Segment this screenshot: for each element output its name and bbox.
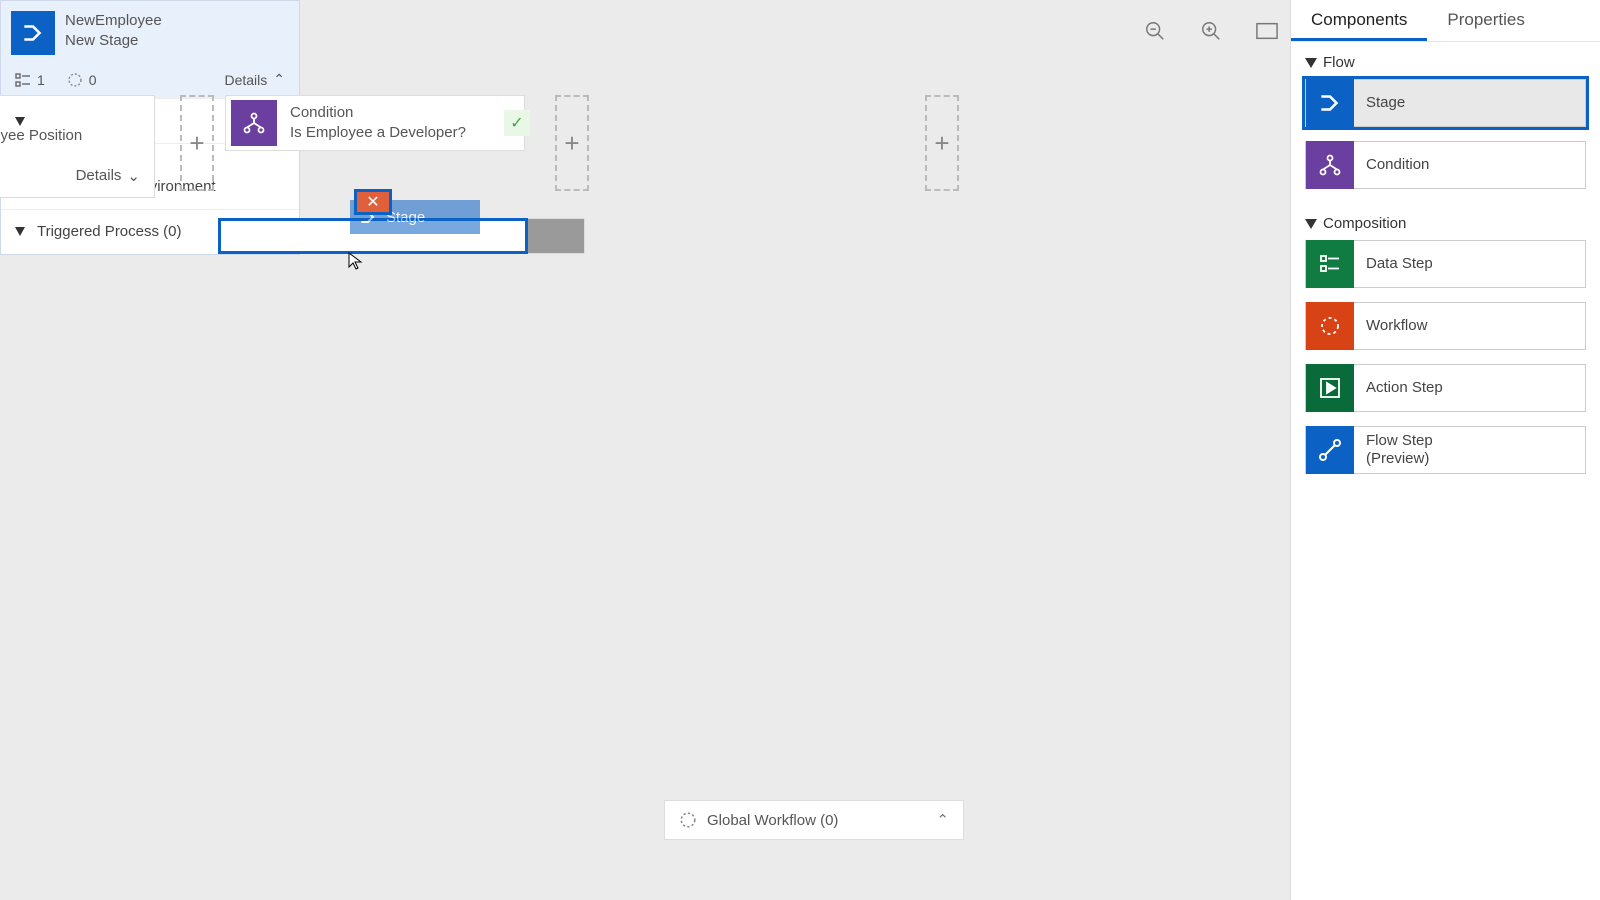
component-data-step[interactable]: Data Step xyxy=(1305,240,1586,288)
tab-components[interactable]: Components xyxy=(1291,0,1427,41)
add-slot[interactable]: + xyxy=(925,95,959,191)
stage-icon xyxy=(1306,79,1354,127)
collapse-icon xyxy=(1305,219,1317,229)
zoom-out-icon[interactable] xyxy=(1142,18,1168,44)
condition-node[interactable]: Condition Is Employee a Developer? ✓ xyxy=(225,95,525,151)
workflow-icon xyxy=(1306,302,1354,350)
condition-subtitle: Is Employee a Developer? xyxy=(290,123,466,143)
steps-count: 1 xyxy=(15,72,45,88)
chevron-up-icon: ⌃ xyxy=(936,811,949,829)
workflow-count: 0 xyxy=(67,72,97,88)
stage-title: ee xyxy=(0,106,82,126)
panel-tabs: Components Properties xyxy=(1291,0,1600,42)
zoom-in-icon[interactable] xyxy=(1198,18,1224,44)
global-workflow-bar[interactable]: Global Workflow (0) ⌃ xyxy=(664,800,964,840)
component-stage[interactable]: Stage xyxy=(1305,79,1586,127)
collapse-icon xyxy=(15,117,25,126)
section-composition[interactable]: Composition xyxy=(1291,203,1600,240)
details-toggle[interactable]: Details ⌃ xyxy=(224,71,285,88)
workflow-canvas[interactable]: ee Employee Position Details ⌄ + Conditi… xyxy=(0,0,1290,900)
collapse-icon xyxy=(15,227,25,236)
close-icon: ✕ xyxy=(354,189,392,215)
section-flow[interactable]: Flow xyxy=(1291,42,1600,79)
add-slot[interactable]: + xyxy=(180,95,214,191)
add-slot[interactable]: + xyxy=(555,95,589,191)
component-action-step[interactable]: Action Step xyxy=(1305,364,1586,412)
stage-icon xyxy=(11,11,55,55)
component-flow-step[interactable]: Flow Step (Preview) xyxy=(1305,426,1586,474)
collapse-icon xyxy=(1305,58,1317,68)
stage-node-employee-position[interactable]: ee Employee Position Details ⌄ xyxy=(0,95,155,198)
chevron-up-icon: ⌃ xyxy=(273,71,285,88)
data-step-icon xyxy=(1306,240,1354,288)
stage-subtitle: New Stage xyxy=(65,31,162,51)
stage-subtitle: Employee Position xyxy=(0,126,82,146)
workflow-icon xyxy=(679,811,697,829)
tab-properties[interactable]: Properties xyxy=(1427,0,1544,41)
component-condition[interactable]: Condition xyxy=(1305,141,1586,189)
cursor-icon xyxy=(348,252,364,270)
branch-icon xyxy=(231,100,277,146)
component-workflow[interactable]: Workflow xyxy=(1305,302,1586,350)
action-step-icon xyxy=(1306,364,1354,412)
flow-step-icon xyxy=(1306,426,1354,474)
check-icon: ✓ xyxy=(504,110,530,136)
stage-title: NewEmployee xyxy=(65,11,162,31)
condition-title: Condition xyxy=(290,103,466,123)
canvas-toolbar xyxy=(1142,18,1280,44)
side-panel: Components Properties Flow Stage Conditi… xyxy=(1290,0,1600,900)
details-toggle[interactable]: Details ⌄ xyxy=(0,157,154,197)
fit-screen-icon[interactable] xyxy=(1254,18,1280,44)
branch-icon xyxy=(1306,141,1354,189)
chevron-down-icon: ⌄ xyxy=(127,167,140,185)
